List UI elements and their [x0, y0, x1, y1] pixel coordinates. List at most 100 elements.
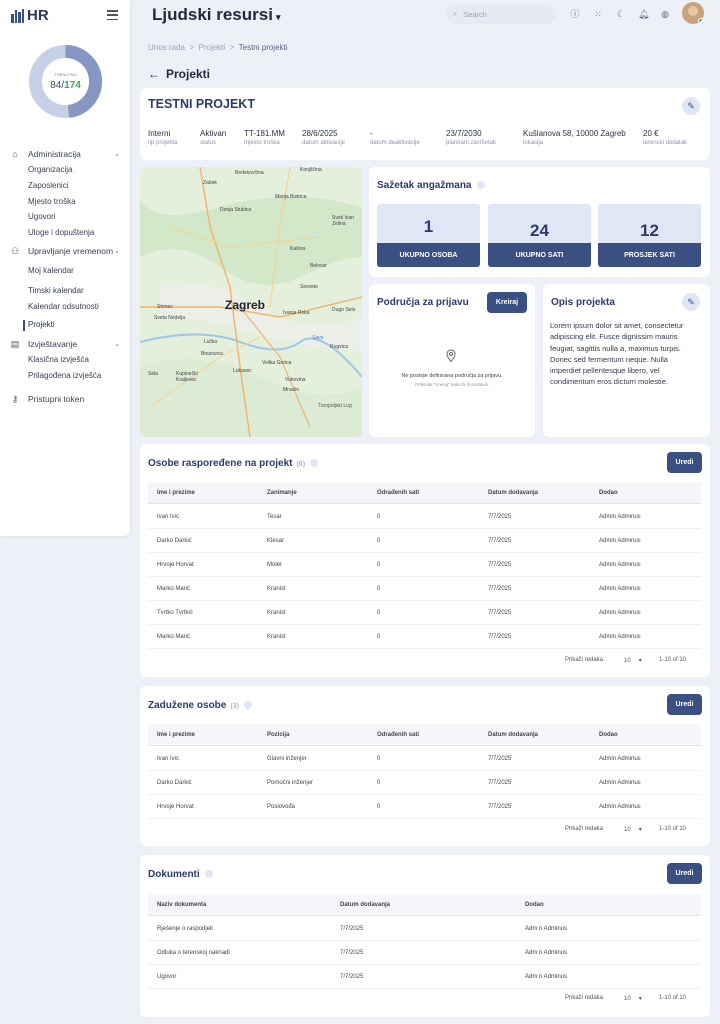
- menu-toggle-icon[interactable]: [107, 10, 118, 20]
- sidebar-item-klasicna-izvjesca[interactable]: Klasična izvješća: [0, 352, 130, 368]
- sidebar-item-prilagodena-izvjesca[interactable]: Prilagođena izvješća: [0, 368, 130, 384]
- rows-per-page-select[interactable]: 10 ▾: [624, 995, 642, 1002]
- location-map[interactable]: Zagreb Bedekovčina Konjščina Zabok Marij…: [140, 167, 362, 437]
- sidebar-item-ugovori[interactable]: Ugovori: [0, 209, 130, 225]
- column-header[interactable]: Datum dodavanja: [340, 902, 390, 908]
- column-header[interactable]: Pozicija: [267, 732, 289, 738]
- edit-responsible-button[interactable]: Uredi: [667, 694, 702, 715]
- info-icon[interactable]: [476, 181, 485, 190]
- assigned-title: Osobe raspoređene na projekt (6): [148, 458, 319, 469]
- info-icon[interactable]: [310, 459, 319, 468]
- chevron-down-icon: ⌄: [114, 247, 120, 255]
- nav-section-upravljanje-vremenom[interactable]: ⚇ Upravljanje vremenom ⌄: [0, 243, 130, 259]
- table-row[interactable]: Darko Darkić Klesar 0 7/7/2025 Admin Adminus: [148, 529, 701, 554]
- logo-icon: [11, 8, 24, 23]
- sidebar-item-kalendar-odsutnosti[interactable]: Kalendar odsutnosti: [0, 299, 130, 315]
- pagination-range: 1-10 of 10: [659, 826, 687, 832]
- table-row[interactable]: Hrvoje Horvat Poslovođa 0 7/7/2025 Admin Adm…: [148, 795, 701, 820]
- report-icon: ▤: [10, 339, 20, 350]
- description-title: Opis projekta: [551, 297, 615, 308]
- nav-section-administracija[interactable]: ⌂ Administracija ⌄: [0, 146, 130, 162]
- assigned-table-header: Ime i prezime Zanimanje Odrađenih sati D…: [148, 482, 701, 504]
- breadcrumb-separator: >: [229, 43, 235, 52]
- search-placeholder: Search: [463, 9, 487, 19]
- sidebar-item-moj-kalendar[interactable]: Moj kalendar: [0, 263, 130, 279]
- avatar[interactable]: [682, 2, 704, 24]
- info-icon[interactable]: ⓘ: [570, 9, 580, 19]
- map-label: Lukavec: [233, 368, 252, 374]
- sidebar-item-uloge[interactable]: Uloge i dopuštenja: [0, 225, 130, 241]
- column-header[interactable]: Odrađenih sati: [377, 732, 419, 738]
- chevron-down-icon: ▾: [275, 12, 281, 22]
- bell-icon[interactable]: 🔔︎: [638, 9, 649, 19]
- column-header[interactable]: Dodao: [599, 490, 618, 496]
- table-row[interactable]: Hrvoje Horvat Moler 0 7/7/2025 Admin Adminus: [148, 553, 701, 578]
- logo[interactable]: HR: [11, 7, 49, 24]
- column-header[interactable]: Ime i prezime: [157, 490, 195, 496]
- sidebar-item-pristupni-token[interactable]: ⚷ Pristupni token: [0, 391, 130, 407]
- sidebar: HR TRENUTNO 84/174 ⌂ Administracija ⌄ Or…: [0, 0, 130, 536]
- sidebar-item-organizacija[interactable]: Organizacija: [0, 162, 130, 178]
- map-label: Brezovica: [201, 351, 223, 357]
- pagination-range: 1-10 of 10: [659, 657, 687, 663]
- sidebar-item-timski-kalendar[interactable]: Timski kalendar: [0, 283, 130, 299]
- search-input[interactable]: ⌕ Search: [446, 4, 556, 24]
- column-header[interactable]: Datum dodavanja: [488, 490, 538, 496]
- chevron-down-icon: ⌄: [114, 341, 120, 349]
- edit-documents-button[interactable]: Uredi: [667, 863, 702, 884]
- location-pin-icon: [446, 349, 456, 363]
- table-row[interactable]: Tvrtko Tvrtkić Kranist 0 7/7/2025 Admin Admi…: [148, 601, 701, 626]
- table-row[interactable]: Ugovor 7/7/2025 Adm n Adminus: [148, 965, 701, 990]
- table-row[interactable]: Ivan Ivic Tesar 0 7/7/2025 Admin Adminus: [148, 505, 701, 530]
- dark-mode-icon[interactable]: ☾: [616, 9, 626, 19]
- table-row[interactable]: Marko Marić Kranist 0 7/7/2025 Admin Adminus: [148, 577, 701, 602]
- breadcrumb-item[interactable]: Unos rada: [148, 43, 185, 52]
- column-header[interactable]: Ime i prezime: [157, 732, 195, 738]
- map-label: Dugo Selo: [332, 307, 356, 313]
- breadcrumb-item[interactable]: Projekti: [199, 43, 226, 52]
- edit-assigned-button[interactable]: Uredi: [667, 452, 702, 473]
- nav-section-izvjestavanje[interactable]: ▤ Izvještavanje ⌄: [0, 336, 130, 352]
- column-header[interactable]: Dodao: [599, 732, 618, 738]
- app-title-text: Ljudski resursi: [152, 5, 273, 24]
- language-globe-icon[interactable]: ◍: [660, 9, 670, 19]
- sidebar-nav: ⌂ Administracija ⌄ Organizacija Zaposlen…: [0, 146, 130, 407]
- apps-grid-icon[interactable]: ⁙: [593, 9, 603, 19]
- table-row[interactable]: Marko Marić Kranist 0 7/7/2025 Admin Adminus: [148, 625, 701, 650]
- map-label: Ivanja Reka: [283, 310, 310, 316]
- meta-terenski-dodatak: 20 € terenski dodatak: [643, 129, 688, 146]
- back-arrow-icon[interactable]: ←: [148, 67, 160, 81]
- map-label: Sesvete: [300, 284, 319, 290]
- breadcrumb-current: Testni projekti: [238, 43, 288, 52]
- clock-people-icon: ⚇: [10, 245, 20, 256]
- column-header[interactable]: Datum dodavanja: [488, 732, 538, 738]
- documents-title: Dokumenti: [148, 869, 213, 880]
- table-row[interactable]: Odluka o terenskoj naknadi 7/7/2025 Adm n …: [148, 941, 701, 966]
- column-header[interactable]: Odrađenih sati: [377, 490, 419, 496]
- create-area-button[interactable]: Kreiraj: [487, 292, 527, 313]
- column-header[interactable]: Zanimanje: [267, 490, 297, 496]
- building-icon: ⌂: [12, 149, 18, 159]
- info-icon[interactable]: [243, 701, 252, 710]
- sidebar-item-mjesto-troska[interactable]: Mjesto troška: [0, 194, 130, 210]
- documents-table-header: Naziv dokumenta Datum dodavanja Dodao: [148, 894, 701, 916]
- table-row[interactable]: Darko Darkić Pomoćni inženjer 0 7/7/2025 Adm…: [148, 771, 701, 796]
- sidebar-item-projekti[interactable]: Projekti: [0, 317, 130, 333]
- headcount-donut: TRENUTNO 84/174: [28, 44, 103, 119]
- stat-value: 1: [423, 217, 434, 236]
- rows-per-page-select[interactable]: 10 ▾: [624, 826, 642, 833]
- search-icon: ⌕: [453, 9, 458, 18]
- table-row[interactable]: Ivan Ivic Glavni inženjer 0 7/7/2025 Admin A…: [148, 747, 701, 772]
- rows-per-page-label: Prikaži redaka: [565, 657, 604, 663]
- edit-description-button[interactable]: ✎: [682, 293, 700, 311]
- column-header[interactable]: Naziv dokumenta: [157, 902, 206, 908]
- info-icon[interactable]: [204, 870, 213, 879]
- responsible-table-header: Ime i prezime Pozicija Odrađenih sati Da…: [148, 724, 701, 746]
- pencil-icon: ✎: [687, 101, 695, 111]
- edit-project-button[interactable]: ✎: [682, 97, 700, 115]
- column-header[interactable]: Dodao: [525, 902, 544, 908]
- table-row[interactable]: Rješenje o raspodjeli 7/7/2025 Adm n Admin…: [148, 917, 701, 942]
- sidebar-item-zaposlenici[interactable]: Zaposlenici: [0, 178, 130, 194]
- rows-per-page-select[interactable]: 10 ▾: [624, 657, 642, 664]
- app-title[interactable]: Ljudski resursi ▾: [152, 5, 280, 25]
